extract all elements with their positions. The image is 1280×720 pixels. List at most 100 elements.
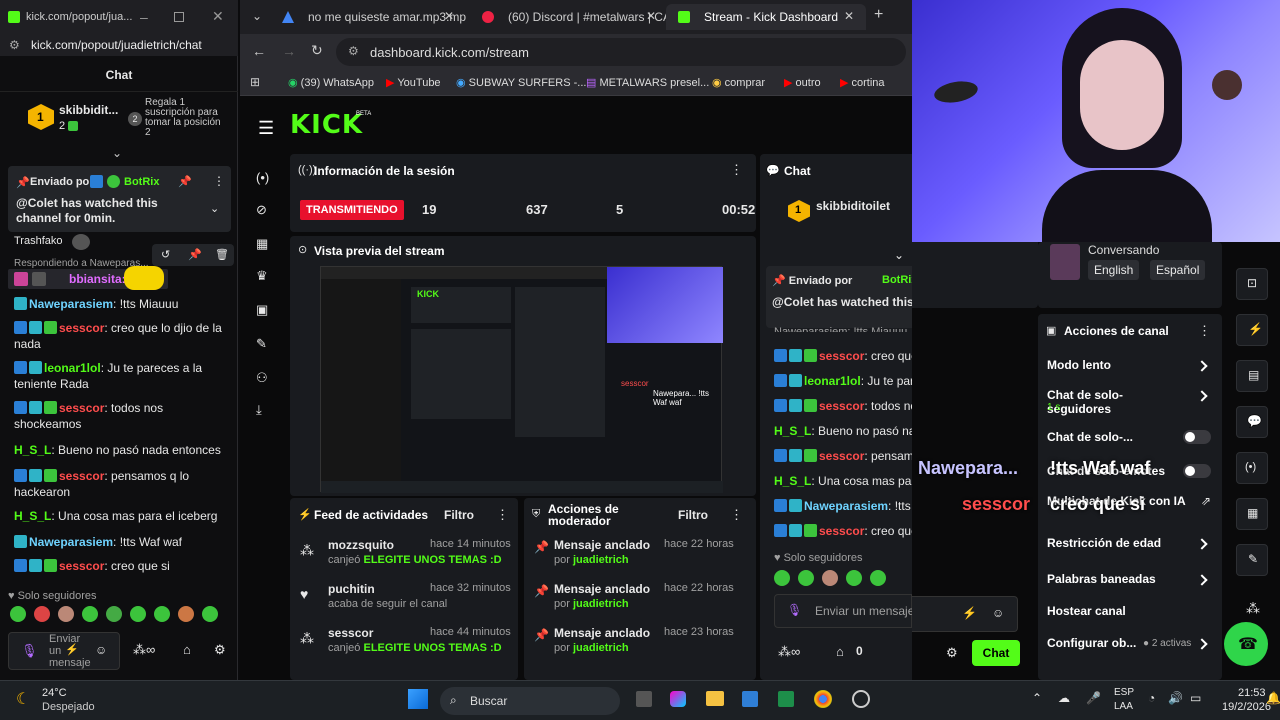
delete-icon[interactable]: 🗑 xyxy=(215,248,229,261)
tools-icon[interactable]: ✎ xyxy=(256,336,267,352)
notes-button[interactable]: ▤ xyxy=(1236,360,1268,392)
category-thumbnail[interactable] xyxy=(1050,244,1080,280)
chat-username[interactable]: sesscor xyxy=(59,401,104,415)
channel-action-item[interactable]: Hostear canal xyxy=(1047,604,1222,632)
channel-action-item[interactable]: Restricción de edad xyxy=(1047,536,1222,564)
channel-action-item[interactable]: Chat de solo-... xyxy=(1047,430,1222,458)
close-tab-icon[interactable]: ✕ xyxy=(844,9,854,23)
clock-time[interactable]: 21:53 xyxy=(1238,687,1266,699)
activity-filter-button[interactable]: Filtro xyxy=(444,508,474,522)
unpin-icon[interactable]: 📌 xyxy=(178,175,192,188)
copilot-icon[interactable] xyxy=(670,691,686,707)
live-icon[interactable]: (•) xyxy=(256,170,269,185)
channel-action-item[interactable]: Modo lento xyxy=(1047,358,1222,386)
chat-settings-icon[interactable]: ⚙ xyxy=(214,642,226,658)
kicks-icon[interactable]: ⁂ xyxy=(1246,600,1260,617)
chat-username[interactable]: H_S_L xyxy=(14,443,51,457)
link-icon[interactable]: ⊘ xyxy=(256,202,267,218)
chat-username[interactable]: sesscor xyxy=(819,349,864,363)
bookmark-subway[interactable]: ◉ SUBWAY SURFERS -... xyxy=(456,76,586,89)
dashboard-chat-input-right[interactable]: ⚡ ☺ xyxy=(912,596,1018,632)
pinned-menu-icon[interactable]: ⋮ xyxy=(213,174,225,188)
toggle-switch[interactable] xyxy=(1183,464,1211,478)
hamburger-menu-icon[interactable]: ☰ xyxy=(258,118,274,139)
file-explorer-icon[interactable] xyxy=(706,691,724,706)
translate-icon[interactable]: ⚡ xyxy=(65,643,79,656)
camera-button[interactable]: ⊡ xyxy=(1236,268,1268,300)
maximize-icon[interactable] xyxy=(174,12,184,22)
apps-icon[interactable]: ⊞ xyxy=(250,75,260,89)
tray-chevron-icon[interactable]: ⌃ xyxy=(1032,691,1042,705)
store-icon[interactable]: ⌂ xyxy=(836,644,844,659)
users-icon[interactable]: ⚇ xyxy=(256,370,268,386)
broadcast-button[interactable]: (•) xyxy=(1236,452,1268,484)
close-icon[interactable]: ✕ xyxy=(212,8,224,25)
battery-icon[interactable]: ▭ xyxy=(1190,691,1201,705)
stream-category[interactable]: Conversando xyxy=(1088,243,1159,257)
mic-icon[interactable]: 🎙 xyxy=(787,603,802,617)
chat-username[interactable]: H_S_L xyxy=(14,509,51,523)
bookmark-metalwars[interactable]: ▤ METALWARS presel... xyxy=(586,76,709,89)
kicks-icon[interactable]: ⁂∞ xyxy=(778,644,800,660)
weather-temp[interactable]: 24°C xyxy=(42,687,67,699)
bookmark-youtube[interactable]: ▶ YouTube xyxy=(386,76,441,89)
trophy-icon[interactable]: ♛ xyxy=(256,268,268,284)
chat-input[interactable]: 🎙 Enviar un mensaje ⚡ ☺ xyxy=(8,632,120,670)
chat-settings-icon[interactable]: ⚙ xyxy=(946,645,958,661)
bookmark-cortina[interactable]: ▶ cortina xyxy=(840,76,885,89)
mod-action-user[interactable]: juadietrich xyxy=(573,642,629,654)
back-icon[interactable]: ← xyxy=(252,43,266,59)
reload-icon[interactable]: ↻ xyxy=(311,42,323,59)
chat-username[interactable]: Naweparasiem xyxy=(29,535,113,549)
top-gifter-name[interactable]: skibbidit... xyxy=(59,103,118,117)
bookmark-outro[interactable]: ▶ outro xyxy=(784,76,821,89)
modactions-menu-icon[interactable]: ⋮ xyxy=(730,507,743,523)
mod-action[interactable]: Mensaje anclado xyxy=(554,582,650,596)
modactions-filter-button[interactable]: Filtro xyxy=(678,508,708,522)
clock-date[interactable]: 19/2/2026 xyxy=(1222,701,1271,713)
windows-start-icon[interactable] xyxy=(408,689,428,709)
new-tab-icon[interactable]: + xyxy=(874,6,883,24)
mic-icon[interactable]: 🎙 xyxy=(21,643,38,659)
weather-desc[interactable]: Despejado xyxy=(42,701,95,713)
quick-action-button[interactable]: ⚡ xyxy=(1236,314,1268,346)
chat-username[interactable]: H_S_L xyxy=(774,474,811,488)
chat-username[interactable]: leonar1lol xyxy=(804,374,861,388)
minimize-icon[interactable]: – xyxy=(140,9,148,25)
chat-button[interactable]: 💬 xyxy=(1236,406,1268,438)
tag-english[interactable]: English xyxy=(1088,260,1140,280)
dashboard-chat-input[interactable]: 🎙 Enviar un mensaje xyxy=(774,594,912,628)
dashboard-emote-bar[interactable] xyxy=(774,570,912,590)
toggle-switch[interactable] xyxy=(1183,430,1211,444)
site-settings-icon[interactable]: ⚙ xyxy=(9,38,20,52)
emoji-icon[interactable]: ☺ xyxy=(95,643,107,657)
bookmark-whatsapp[interactable]: ◉ (39) WhatsApp xyxy=(288,76,374,89)
url-field[interactable]: ⚙ dashboard.kick.com/stream xyxy=(336,38,906,66)
mod-action[interactable]: Mensaje anclado xyxy=(554,538,650,552)
channel-actions-menu-icon[interactable]: ⋮ xyxy=(1198,323,1211,339)
store-app-icon[interactable] xyxy=(742,691,758,707)
mod-action-user[interactable]: juadietrich xyxy=(573,554,629,566)
tag-espanol[interactable]: Español xyxy=(1150,260,1206,280)
chat-username[interactable]: sesscor xyxy=(819,399,864,413)
chat-username[interactable]: sesscor xyxy=(59,559,104,573)
channel-action-item[interactable]: Configurar ob... ● 2 activas xyxy=(1047,636,1222,664)
reply-icon[interactable]: ↺ xyxy=(161,248,170,261)
volume-icon[interactable]: 🔊 xyxy=(1168,691,1183,705)
weather-icon[interactable]: ☾ xyxy=(16,689,30,709)
lang-secondary[interactable]: LAA xyxy=(1114,701,1133,712)
kicks-icon[interactable]: ⁂∞ xyxy=(133,642,155,658)
excel-icon[interactable] xyxy=(778,691,794,707)
activity-user[interactable]: sesscor xyxy=(328,626,373,640)
store-icon[interactable]: ⌂ xyxy=(183,642,191,657)
channel-action-item[interactable]: Palabras baneadas xyxy=(1047,572,1222,600)
lang-primary[interactable]: ESP xyxy=(1114,687,1134,698)
tab-discord[interactable]: (60) Discord | #metalwars | CAL xyxy=(470,4,666,30)
emote-bar[interactable] xyxy=(10,606,234,626)
activity-user[interactable]: puchitin xyxy=(328,582,375,596)
close-tab-icon[interactable]: ✕ xyxy=(444,9,454,23)
support-bubble[interactable]: ☎ xyxy=(1224,622,1268,666)
tab-search-icon[interactable]: ⌄ xyxy=(252,9,262,23)
popout-urlbar[interactable]: ⚙ kick.com/popout/juadietrich/chat xyxy=(0,34,238,56)
tools-button[interactable]: ✎ xyxy=(1236,544,1268,576)
